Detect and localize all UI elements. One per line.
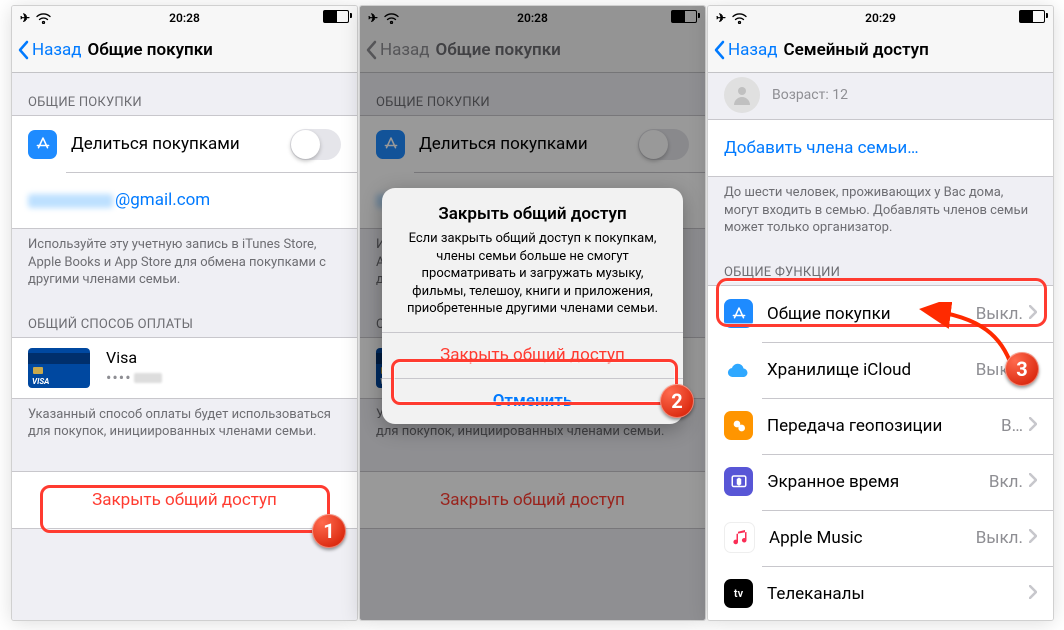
footer-payment: Указанный способ оплаты будет использова… — [12, 399, 357, 447]
section-header-payment: ОБЩИЙ СПОСОБ ОПЛАТЫ — [12, 295, 357, 337]
close-access-button[interactable]: Закрыть общий доступ — [12, 472, 357, 528]
status-time: 20:29 — [708, 11, 1053, 25]
icloud-icon — [724, 355, 753, 384]
visa-card-icon: VISA — [28, 348, 90, 388]
battery-icon — [323, 10, 349, 23]
modal-confirm-button[interactable]: Закрыть общий доступ — [382, 332, 683, 378]
apple-music-icon — [724, 522, 755, 553]
status-time: 20:28 — [12, 11, 357, 25]
feature-icloud-storage[interactable]: Хранилище iCloud Выкл. — [708, 342, 1053, 398]
chevron-right-icon — [1029, 472, 1037, 491]
feature-apple-music[interactable]: Apple Music Выкл. — [708, 510, 1053, 566]
feature-tv-channels[interactable]: tv Телеканалы — [708, 566, 1053, 620]
battery-icon — [1019, 10, 1045, 23]
footer-purchases: Используйте эту учетную запись в iTunes … — [12, 229, 357, 295]
feature-location-sharing[interactable]: Передача геопозиции В… — [708, 398, 1053, 454]
apple-tv-icon: tv — [724, 579, 753, 608]
add-family-member[interactable]: Добавить члена семьи… — [708, 120, 1053, 176]
app-store-icon — [724, 299, 753, 328]
chevron-right-icon — [1029, 416, 1037, 435]
back-button[interactable]: Назад — [12, 39, 82, 61]
account-email-row[interactable]: @gmail.com — [12, 172, 357, 228]
chevron-right-icon — [1029, 304, 1037, 323]
feature-shared-purchases[interactable]: Общие покупки Выкл. — [708, 286, 1053, 342]
page-title: Семейный доступ — [784, 40, 929, 60]
chevron-right-icon — [1029, 584, 1037, 603]
location-icon — [724, 411, 753, 440]
feature-screen-time[interactable]: Экранное время Вкл. — [708, 454, 1053, 510]
share-purchases-toggle-row[interactable]: Делиться покупками — [12, 116, 357, 172]
modal-cancel-button[interactable]: Отменить — [382, 378, 683, 424]
footer-family-limit: До шести человек, проживающих у Вас дома… — [708, 177, 1053, 243]
screen-time-icon — [724, 467, 753, 496]
toggle-switch[interactable] — [290, 129, 341, 160]
section-header-features: ОБЩИЕ ФУНКЦИИ — [708, 243, 1053, 285]
confirm-dialog: Закрыть общий доступ Если закрыть общий … — [382, 188, 683, 424]
chevron-right-icon — [1029, 360, 1037, 379]
app-store-icon — [28, 130, 57, 159]
modal-body: Если закрыть общий доступ к покупкам, чл… — [400, 230, 665, 318]
payment-card-row[interactable]: VISA Visa •••• — [12, 338, 357, 398]
section-header-purchases: ОБЩИЕ ПОКУПКИ — [12, 73, 357, 115]
modal-title: Закрыть общий доступ — [400, 204, 665, 224]
page-title: Общие покупки — [88, 40, 213, 60]
avatar-icon — [724, 77, 760, 113]
back-button[interactable]: Назад — [708, 39, 778, 61]
chevron-right-icon — [1029, 528, 1037, 547]
family-member-row[interactable]: Возраст: 12 — [708, 73, 1053, 119]
